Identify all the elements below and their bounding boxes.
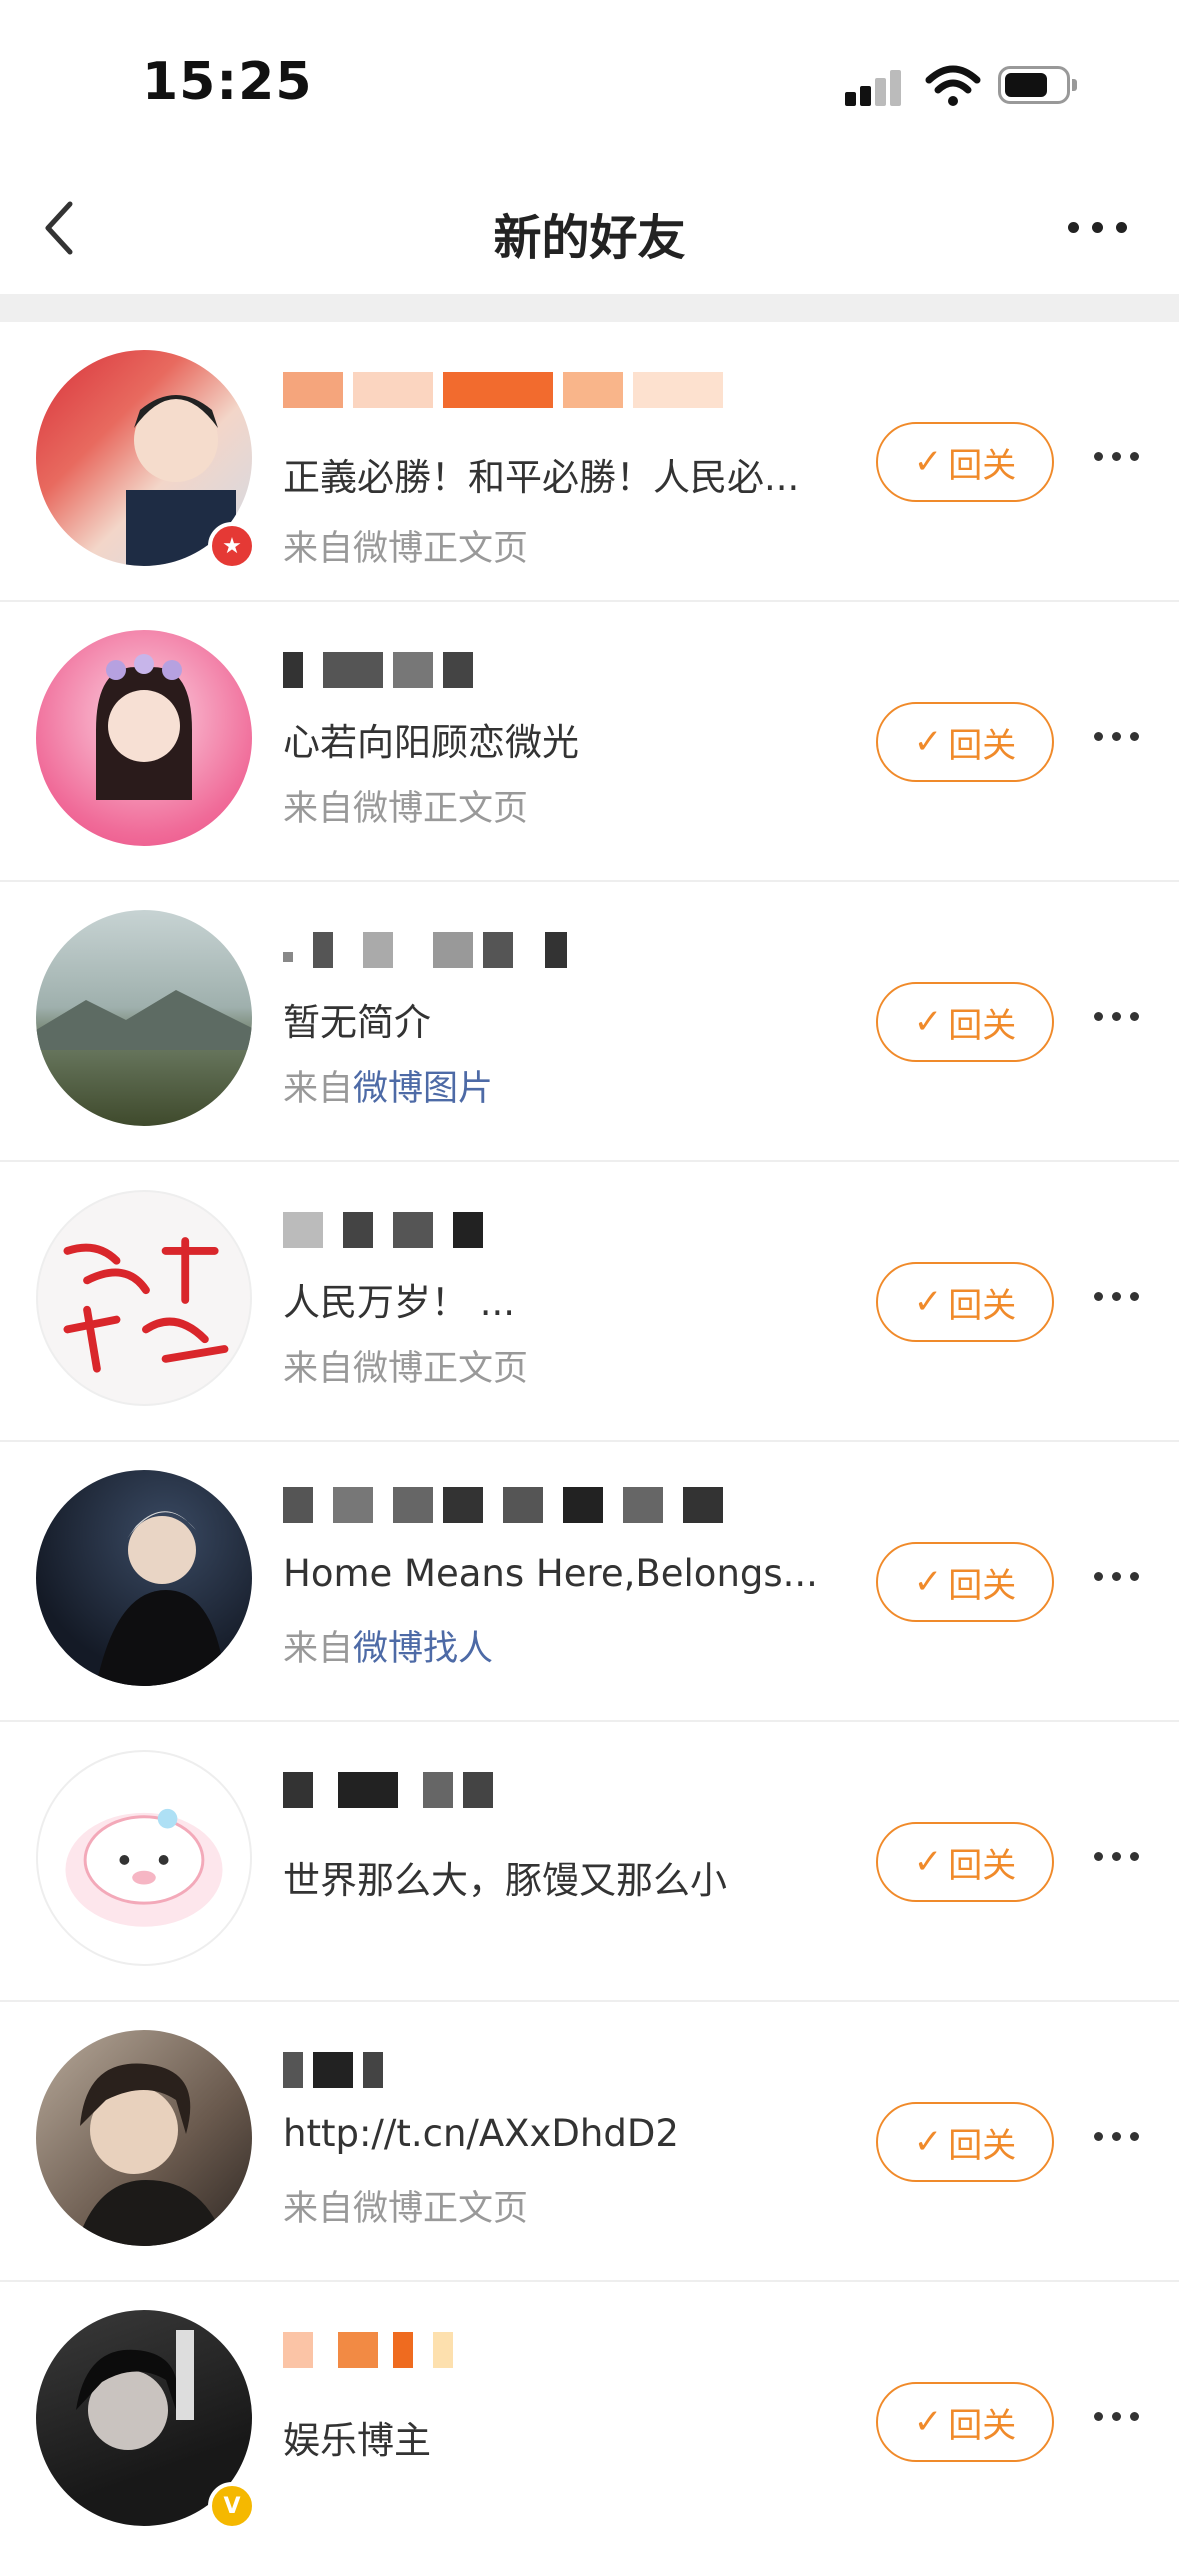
check-icon: ✓ bbox=[913, 2402, 943, 2442]
friend-bio: http://t.cn/AXxDhdD2 bbox=[283, 2112, 679, 2155]
username-redacted bbox=[283, 372, 743, 408]
friend-row[interactable]: http://t.cn/AXxDhdD2 来自微博正文页 ✓ 回关 bbox=[0, 2002, 1179, 2282]
friend-source: 来自微博正文页 bbox=[283, 2189, 529, 2229]
page-title: 新的好友 bbox=[493, 210, 686, 266]
username-redacted bbox=[283, 1212, 743, 1248]
wifi-icon bbox=[925, 65, 981, 106]
nav-bar: 新的好友 bbox=[0, 170, 1179, 290]
friend-source: 来自微博正文页 bbox=[283, 529, 529, 569]
friend-source: 来自微博正文页 bbox=[283, 789, 529, 829]
friend-bio: 娱乐博主 bbox=[283, 2419, 431, 2462]
friend-list: ★ 正義必勝！和平必勝！人民必... 来自微博正文页 ✓ 回关 心若向阳顾恋微光 … bbox=[0, 322, 1179, 2562]
username-redacted bbox=[283, 2052, 743, 2088]
follow-back-button[interactable]: ✓ 回关 bbox=[876, 1262, 1054, 1342]
friend-source: 来自微博正文页 bbox=[283, 1349, 529, 1389]
follow-back-button[interactable]: ✓ 回关 bbox=[876, 1542, 1054, 1622]
friend-bio: 正義必勝！和平必勝！人民必... bbox=[283, 456, 800, 499]
cellular-signal-icon bbox=[845, 66, 905, 106]
friend-bio: 心若向阳顾恋微光 bbox=[283, 721, 579, 764]
check-icon: ✓ bbox=[913, 442, 943, 482]
friend-source: 来自微博找人 bbox=[283, 1629, 494, 1669]
status-time: 15:25 bbox=[142, 52, 313, 112]
follow-back-button[interactable]: ✓ 回关 bbox=[876, 422, 1054, 502]
row-more-icon[interactable] bbox=[1094, 1838, 1140, 1878]
row-more-icon[interactable] bbox=[1094, 1558, 1140, 1598]
section-divider bbox=[0, 294, 1179, 322]
username-redacted bbox=[283, 652, 743, 688]
source-link[interactable]: 微博找人 bbox=[353, 1629, 493, 1669]
friend-source: 来自微博图片 bbox=[283, 1069, 494, 1109]
battery-icon bbox=[998, 66, 1077, 104]
status-bar: 15:25 bbox=[0, 0, 1179, 170]
follow-back-button[interactable]: ✓ 回关 bbox=[876, 702, 1054, 782]
friend-row[interactable]: 暂无简介 来自微博图片 ✓ 回关 bbox=[0, 882, 1179, 1162]
verified-star-badge-icon: ★ bbox=[208, 522, 256, 570]
check-icon: ✓ bbox=[913, 1282, 943, 1322]
avatar[interactable] bbox=[36, 1750, 252, 1966]
row-more-icon[interactable] bbox=[1094, 1278, 1140, 1318]
check-icon: ✓ bbox=[913, 1842, 943, 1882]
follow-back-button[interactable]: ✓ 回关 bbox=[876, 2382, 1054, 2462]
row-more-icon[interactable] bbox=[1094, 718, 1140, 758]
avatar[interactable] bbox=[36, 630, 252, 846]
friend-row[interactable]: V 娱乐博主 ✓ 回关 bbox=[0, 2282, 1179, 2562]
avatar[interactable] bbox=[36, 1190, 252, 1406]
friend-row[interactable]: 心若向阳顾恋微光 来自微博正文页 ✓ 回关 bbox=[0, 602, 1179, 882]
avatar[interactable] bbox=[36, 2030, 252, 2246]
check-icon: ✓ bbox=[913, 1562, 943, 1602]
friend-bio: Home Means Here,Belongs... bbox=[283, 1552, 818, 1595]
friend-row[interactable]: 人民万岁！ ... 来自微博正文页 ✓ 回关 bbox=[0, 1162, 1179, 1442]
row-more-icon[interactable] bbox=[1094, 2118, 1140, 2158]
friend-bio: 世界那么大，豚馒又那么小 bbox=[283, 1859, 727, 1902]
username-redacted bbox=[283, 2332, 743, 2368]
username-redacted bbox=[283, 1487, 743, 1523]
verified-v-badge-icon: V bbox=[208, 2482, 256, 2530]
avatar[interactable] bbox=[36, 1470, 252, 1686]
avatar[interactable] bbox=[36, 910, 252, 1126]
follow-back-button[interactable]: ✓ 回关 bbox=[876, 1822, 1054, 1902]
username-redacted bbox=[283, 1772, 743, 1808]
check-icon: ✓ bbox=[913, 722, 943, 762]
check-icon: ✓ bbox=[913, 1002, 943, 1042]
friend-row[interactable]: Home Means Here,Belongs... 来自微博找人 ✓ 回关 bbox=[0, 1442, 1179, 1722]
username-redacted bbox=[283, 932, 743, 968]
source-link[interactable]: 微博图片 bbox=[353, 1069, 493, 1109]
friend-row[interactable]: ★ 正義必勝！和平必勝！人民必... 来自微博正文页 ✓ 回关 bbox=[0, 322, 1179, 602]
follow-back-button[interactable]: ✓ 回关 bbox=[876, 982, 1054, 1062]
follow-back-button[interactable]: ✓ 回关 bbox=[876, 2102, 1054, 2182]
row-more-icon[interactable] bbox=[1094, 998, 1140, 1038]
check-icon: ✓ bbox=[913, 2122, 943, 2162]
friend-row[interactable]: 世界那么大，豚馒又那么小 ✓ 回关 bbox=[0, 1722, 1179, 2002]
row-more-icon[interactable] bbox=[1094, 438, 1140, 478]
row-more-icon[interactable] bbox=[1094, 2398, 1140, 2438]
friend-bio: 暂无简介 bbox=[283, 1001, 431, 1044]
friend-bio: 人民万岁！ ... bbox=[283, 1281, 516, 1324]
more-icon[interactable] bbox=[1068, 208, 1138, 248]
